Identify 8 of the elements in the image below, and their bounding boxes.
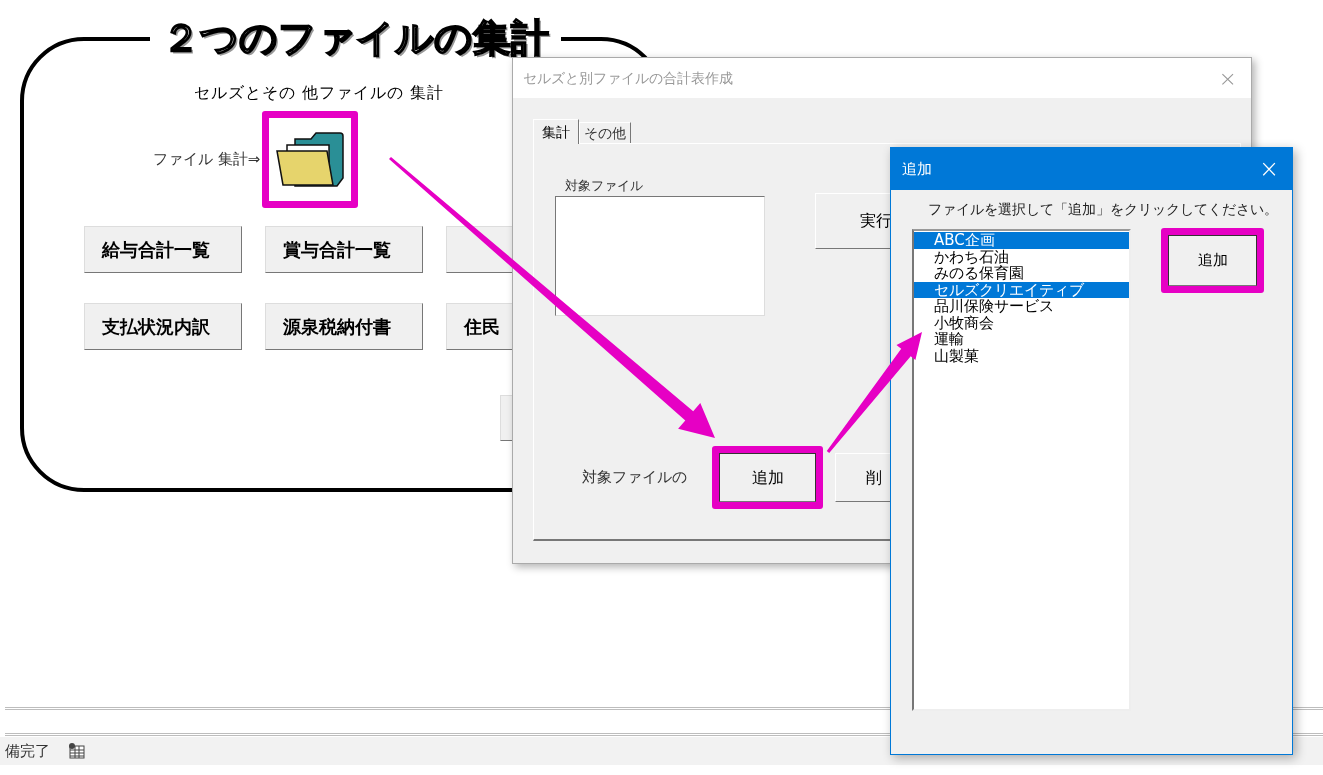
- window-title: 追加: [902, 158, 932, 180]
- status-text: 備完了: [5, 740, 50, 762]
- row-label: 対象ファイルの: [582, 467, 688, 489]
- window-title: セルズと別ファイルの合計表作成: [523, 68, 733, 88]
- field-label: 対象ファイル: [565, 177, 644, 195]
- instruction-text: ファイルを選択して「追加」をクリックしてください。: [928, 200, 1279, 219]
- file-label: ファイル 集計⇒: [153, 149, 261, 171]
- sheet-subtitle: セルズとその 他ファイルの 集計: [194, 82, 446, 104]
